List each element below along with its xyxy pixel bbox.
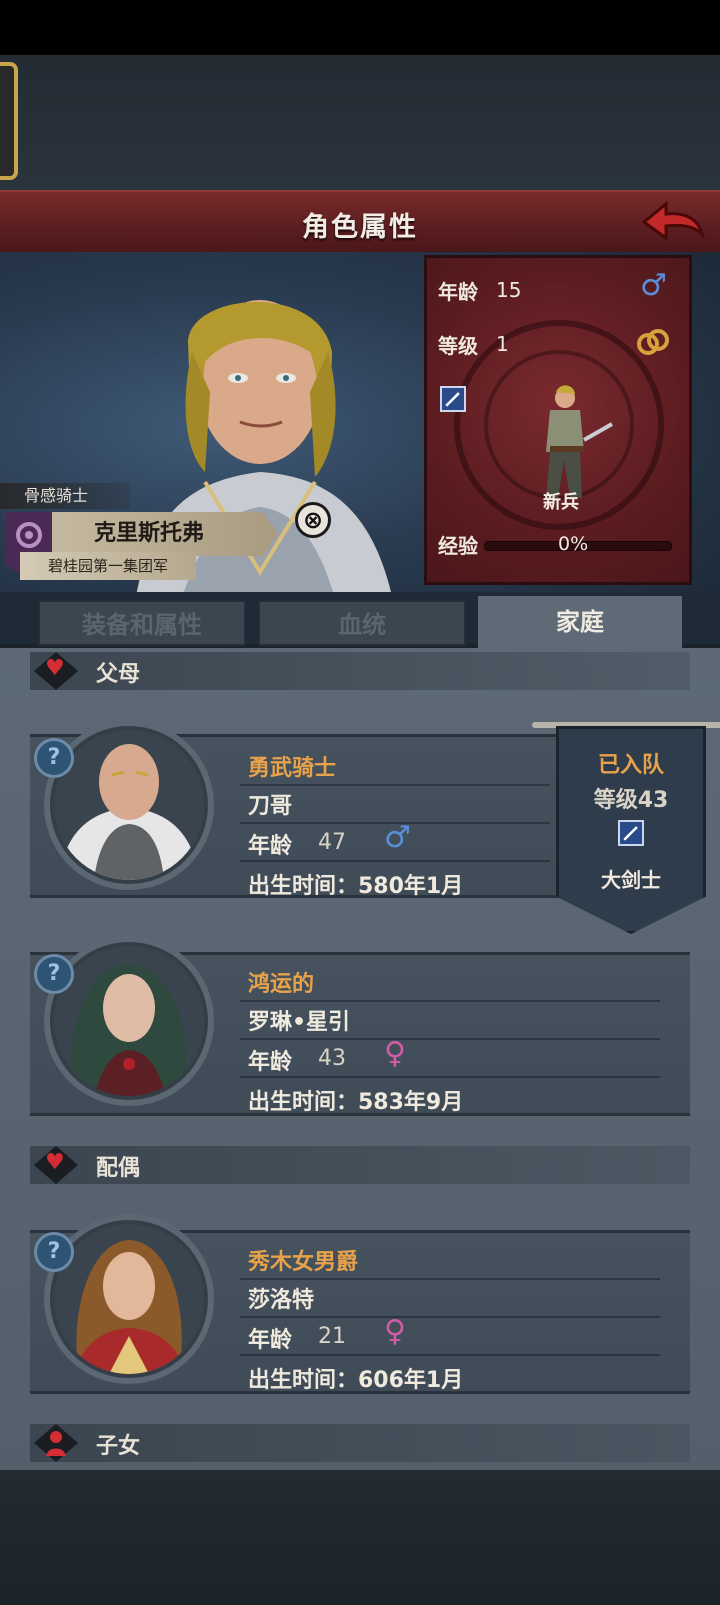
army-name: 碧桂园第一集团军 — [20, 552, 196, 580]
row-divider — [240, 784, 550, 786]
rings-icon[interactable] — [636, 328, 670, 356]
level-value: 1 — [496, 332, 509, 356]
member-title: 秀木女男爵 — [248, 1250, 359, 1275]
tab-bloodline[interactable]: 血统 — [258, 600, 466, 646]
heart-icon: ♥ — [45, 656, 65, 681]
member-age: 47 — [318, 830, 346, 855]
top-background — [0, 55, 720, 190]
heart-icon: ♥ — [45, 1150, 65, 1175]
row-divider — [240, 1000, 660, 1002]
status-bar — [0, 0, 720, 55]
hero-title: 骨感骑士 — [0, 483, 130, 509]
member-name: 刀哥 — [248, 794, 293, 819]
member-title: 鸿运的 — [248, 972, 315, 997]
row-divider — [240, 860, 550, 862]
help-question-icon[interactable]: ? — [34, 1232, 74, 1272]
row-divider — [240, 1354, 660, 1356]
dismiss-button[interactable]: ⊗ — [295, 502, 331, 538]
exp-value: 0% — [558, 533, 589, 555]
member-age: 21 — [318, 1324, 346, 1349]
member-age: 43 — [318, 1046, 346, 1071]
member-age-label: 年龄 — [248, 834, 293, 859]
row-divider — [240, 1076, 660, 1078]
child-icon — [46, 1431, 66, 1456]
side-gem-frame — [0, 62, 18, 180]
member-age-label: 年龄 — [248, 1328, 293, 1353]
member-name: 罗琳•星引 — [248, 1010, 351, 1035]
class-name: 新兵 — [543, 492, 579, 513]
help-question-icon[interactable]: ? — [34, 738, 74, 778]
female-gender-icon: ♀ — [384, 1036, 406, 1071]
sword-class-icon — [440, 386, 466, 412]
row-divider — [240, 1278, 660, 1280]
tab-equipment[interactable]: 装备和属性 — [38, 600, 246, 646]
hero-name[interactable]: 克里斯托弗 — [20, 512, 278, 556]
member-birth: 出生时间：580年1月 — [248, 874, 464, 899]
hero-portrait — [130, 300, 400, 642]
member-age-label: 年龄 — [248, 1050, 293, 1075]
male-gender-icon: ♂ — [384, 820, 411, 855]
age-label: 年龄 — [438, 280, 478, 304]
age-value: 15 — [496, 278, 522, 302]
male-gender-icon: ♂ — [640, 268, 667, 303]
member-birth: 出生时间：583年9月 — [248, 1090, 464, 1115]
level-label: 等级 — [438, 334, 478, 358]
tab-family[interactable]: 家庭 — [478, 596, 682, 648]
section-title-spouse: 配偶 — [96, 1156, 141, 1181]
section-title-parents: 父母 — [96, 662, 141, 687]
avatar[interactable] — [54, 730, 204, 880]
female-gender-icon: ♀ — [384, 1314, 406, 1349]
page-title: 角色属性 — [302, 212, 418, 243]
back-arrow-icon[interactable] — [640, 198, 706, 246]
avatar[interactable] — [54, 946, 204, 1096]
help-question-icon[interactable]: ? — [34, 954, 74, 994]
header-bar: 角色属性 — [0, 190, 720, 255]
exp-label: 经验 — [438, 534, 478, 558]
crest-dot — [25, 531, 33, 539]
member-name: 莎洛特 — [248, 1288, 315, 1313]
party-status: 已入队 — [597, 753, 664, 778]
party-class: 大剑士 — [601, 868, 661, 892]
member-title: 勇武骑士 — [248, 756, 337, 781]
bottom-background — [0, 1470, 720, 1605]
row-divider — [240, 1316, 660, 1318]
row-divider — [240, 1038, 660, 1040]
party-level: 等级43 — [593, 788, 669, 813]
sword-class-icon — [618, 820, 644, 846]
member-birth: 出生时间：606年1月 — [248, 1368, 464, 1393]
section-title-children: 子女 — [96, 1434, 141, 1459]
avatar[interactable] — [54, 1224, 204, 1374]
